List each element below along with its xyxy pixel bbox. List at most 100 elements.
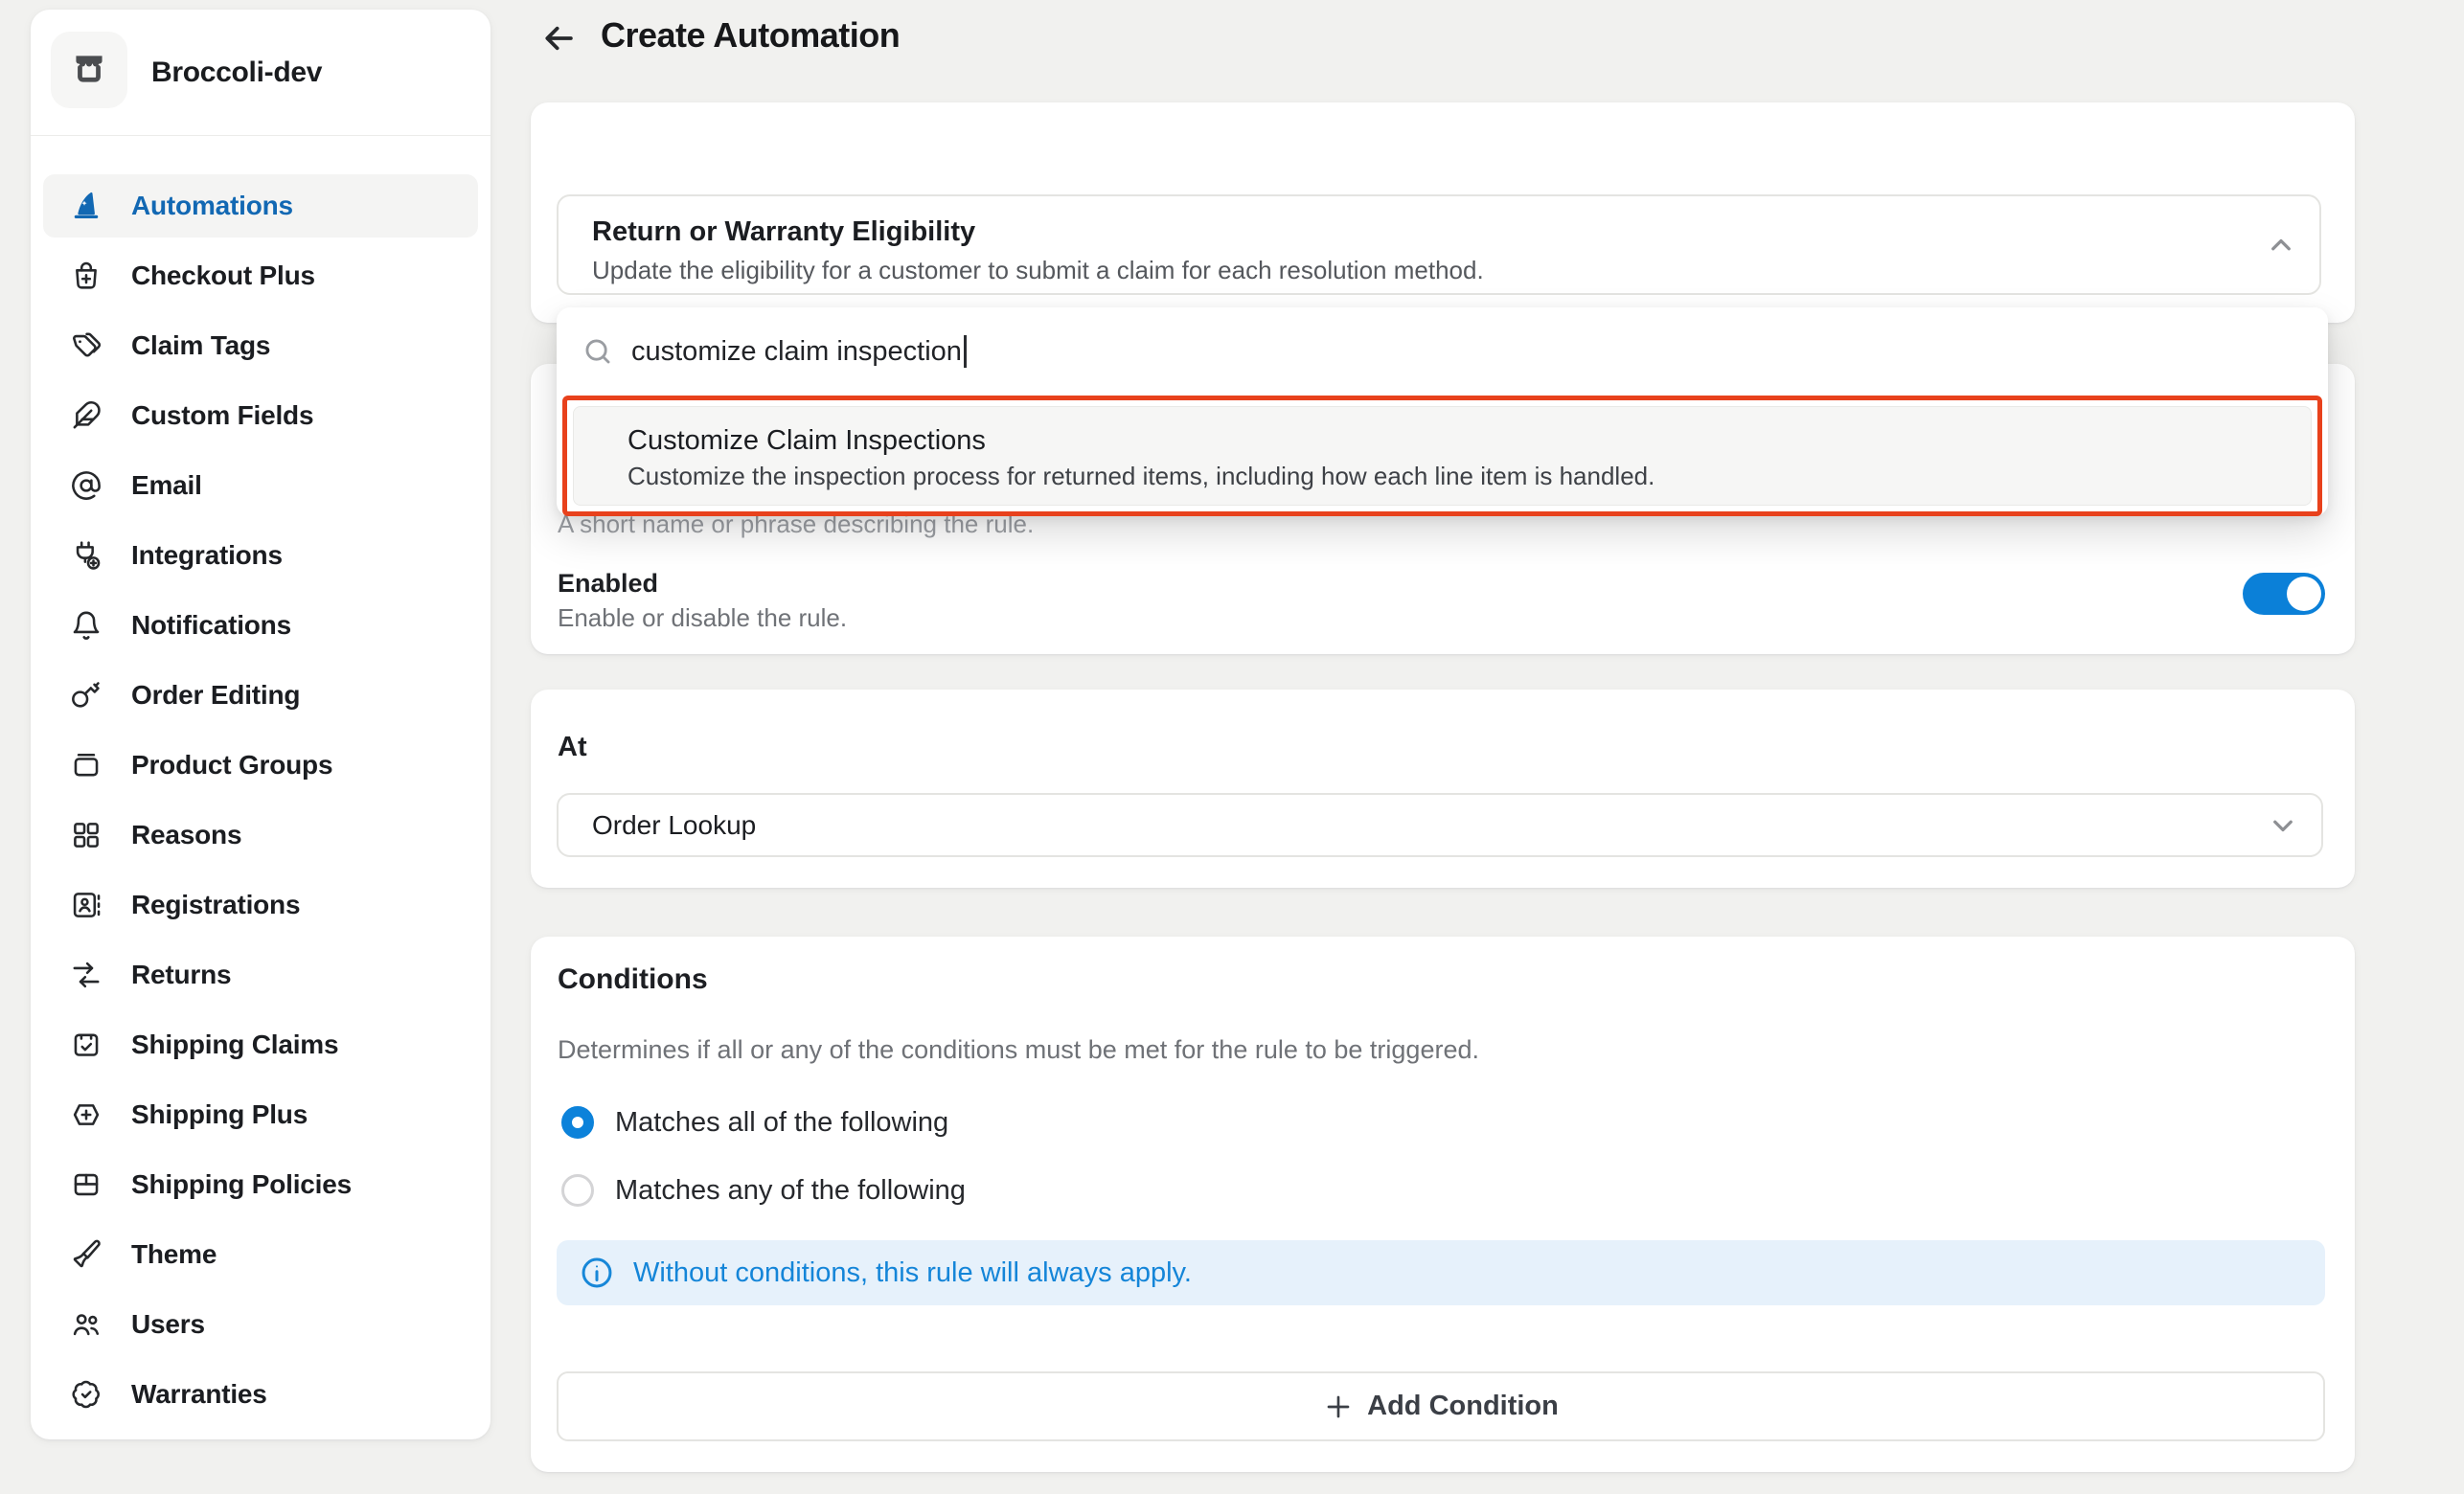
custom-fields-icon: [70, 399, 103, 432]
dropdown-option-description: Customize the inspection process for ret…: [627, 462, 1654, 491]
radio-selected-icon: [561, 1106, 594, 1139]
sidebar-item-theme[interactable]: Theme: [43, 1223, 478, 1286]
at-card: At Order Lookup: [531, 690, 2355, 888]
sidebar-item-order-editing[interactable]: Order Editing: [43, 664, 478, 727]
radio-unselected-icon: [561, 1174, 594, 1207]
sidebar-item-warranties[interactable]: Warranties: [43, 1363, 478, 1426]
sidebar-item-label: Claim Tags: [131, 330, 270, 361]
radio-option-all[interactable]: Matches all of the following: [561, 1106, 948, 1139]
checkout-plus-icon: [70, 260, 103, 292]
conditions-description: Determines if all or any of the conditio…: [558, 1035, 1479, 1065]
dropdown-option-title: Customize Claim Inspections: [627, 425, 986, 457]
sidebar: Broccoli-dev Automations Checkout Plus C…: [31, 10, 491, 1439]
sidebar-item-label: Shipping Plus: [131, 1099, 308, 1130]
sidebar-item-label: Shipping Policies: [131, 1169, 352, 1200]
chevron-down-icon: [2266, 808, 2300, 843]
back-button[interactable]: [538, 17, 581, 59]
add-condition-button[interactable]: Add Condition: [557, 1371, 2325, 1441]
shipping-claims-icon: [70, 1029, 103, 1061]
sidebar-item-label: Returns: [131, 960, 231, 990]
integrations-icon: [70, 539, 103, 572]
at-select-value: Order Lookup: [592, 810, 756, 841]
action-select-description: Update the eligibility for a customer to…: [592, 256, 1484, 285]
notifications-icon: [70, 609, 103, 642]
workspace-avatar: [51, 32, 127, 108]
email-icon: [70, 469, 103, 502]
page-title: Create Automation: [601, 15, 900, 56]
text-caret: [964, 335, 967, 368]
sidebar-item-integrations[interactable]: Integrations: [43, 524, 478, 587]
radio-option-any[interactable]: Matches any of the following: [561, 1174, 966, 1207]
search-input-value[interactable]: customize claim inspection: [631, 336, 962, 368]
app-root: Broccoli-dev Automations Checkout Plus C…: [0, 0, 2464, 1494]
sidebar-item-label: Custom Fields: [131, 400, 313, 431]
sidebar-item-label: Notifications: [131, 610, 291, 641]
info-banner: Without conditions, this rule will alway…: [557, 1240, 2325, 1305]
dropdown-option[interactable]: Customize Claim Inspections Customize th…: [573, 406, 2312, 506]
sidebar-item-product-groups[interactable]: Product Groups: [43, 734, 478, 797]
sidebar-item-users[interactable]: Users: [43, 1293, 478, 1356]
sidebar-item-registrations[interactable]: Registrations: [43, 873, 478, 937]
sidebar-nav: Automations Checkout Plus Claim Tags Cus…: [43, 174, 478, 1433]
product-groups-icon: [70, 749, 103, 781]
sidebar-item-shipping-policies[interactable]: Shipping Policies: [43, 1153, 478, 1216]
warranties-icon: [70, 1378, 103, 1411]
at-select[interactable]: Order Lookup: [557, 793, 2323, 857]
sidebar-item-label: Integrations: [131, 540, 283, 571]
conditions-title: Conditions: [558, 963, 708, 996]
arrow-left-icon: [541, 20, 578, 57]
add-condition-label: Add Condition: [1367, 1391, 1559, 1422]
enabled-label: Enabled: [558, 569, 658, 599]
sidebar-item-custom-fields[interactable]: Custom Fields: [43, 384, 478, 447]
sidebar-item-shipping-plus[interactable]: Shipping Plus: [43, 1083, 478, 1146]
action-dropdown: customize claim inspection Customize Cla…: [557, 307, 2328, 516]
search-icon: [582, 335, 614, 368]
enabled-toggle[interactable]: [2243, 573, 2325, 615]
shipping-policies-icon: [70, 1168, 103, 1201]
sidebar-item-label: Reasons: [131, 820, 241, 850]
sidebar-item-email[interactable]: Email: [43, 454, 478, 517]
sidebar-item-label: Theme: [131, 1239, 217, 1270]
sidebar-item-checkout-plus[interactable]: Checkout Plus: [43, 244, 478, 307]
sidebar-item-label: Checkout Plus: [131, 260, 315, 291]
conditions-card: Conditions Determines if all or any of t…: [531, 937, 2355, 1472]
order-editing-icon: [70, 679, 103, 712]
at-card-label: At: [558, 732, 587, 763]
action-card: What would you like to do? Return or War…: [531, 102, 2355, 323]
chevron-up-icon: [2264, 228, 2298, 262]
sidebar-item-claim-tags[interactable]: Claim Tags: [43, 314, 478, 377]
highlight-border: Customize Claim Inspections Customize th…: [562, 396, 2322, 516]
sidebar-item-label: Warranties: [131, 1379, 267, 1410]
sidebar-divider: [31, 135, 491, 136]
workspace-name: Broccoli-dev: [151, 10, 322, 135]
theme-icon: [70, 1238, 103, 1271]
sidebar-item-returns[interactable]: Returns: [43, 943, 478, 1007]
claim-tags-icon: [70, 329, 103, 362]
action-select-title: Return or Warranty Eligibility: [592, 216, 975, 248]
sidebar-item-automations[interactable]: Automations: [43, 174, 478, 238]
sidebar-item-label: Registrations: [131, 890, 300, 920]
sidebar-item-label: Automations: [131, 191, 293, 221]
sidebar-item-shipping-claims[interactable]: Shipping Claims: [43, 1013, 478, 1076]
plus-icon: [1323, 1392, 1354, 1422]
reasons-icon: [70, 819, 103, 851]
sidebar-item-label: Product Groups: [131, 750, 332, 781]
shipping-plus-icon: [70, 1098, 103, 1131]
info-banner-text: Without conditions, this rule will alway…: [633, 1257, 1192, 1289]
toggle-knob: [2287, 577, 2321, 611]
sidebar-item-label: Email: [131, 470, 202, 501]
sidebar-item-reasons[interactable]: Reasons: [43, 804, 478, 867]
sidebar-item-label: Order Editing: [131, 680, 300, 711]
action-select[interactable]: Return or Warranty Eligibility Update th…: [557, 194, 2321, 295]
info-icon: [580, 1256, 614, 1290]
returns-icon: [70, 959, 103, 991]
sidebar-item-notifications[interactable]: Notifications: [43, 594, 478, 657]
registrations-icon: [70, 889, 103, 921]
automations-icon: [70, 190, 103, 222]
enabled-description: Enable or disable the rule.: [558, 603, 847, 633]
sidebar-item-label: Users: [131, 1309, 205, 1340]
sidebar-item-label: Shipping Claims: [131, 1030, 338, 1060]
dropdown-search[interactable]: customize claim inspection: [557, 307, 2328, 396]
storefront-icon: [68, 49, 110, 91]
workspace-header[interactable]: Broccoli-dev: [31, 10, 491, 135]
